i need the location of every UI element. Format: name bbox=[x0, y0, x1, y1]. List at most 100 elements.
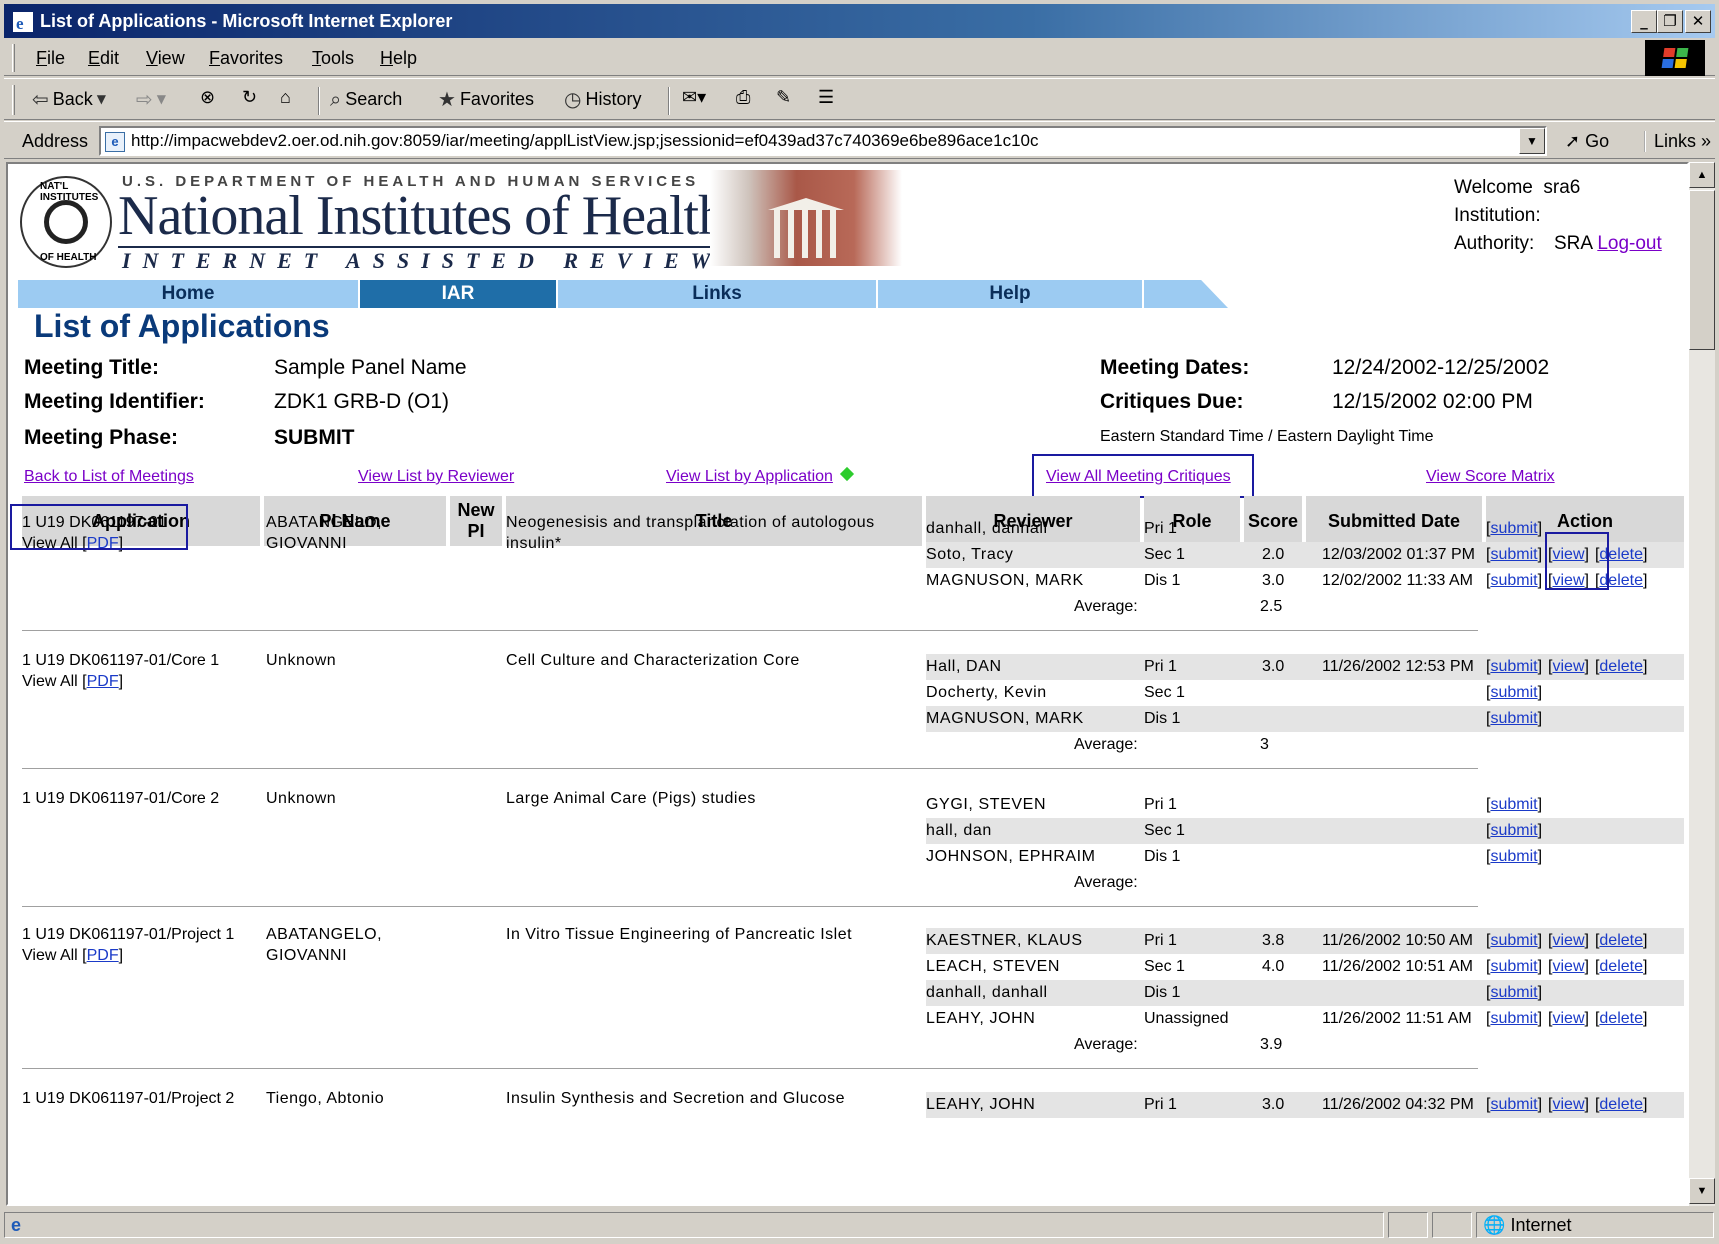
address-dropdown-button[interactable]: ▼ bbox=[1519, 128, 1545, 154]
restore-button[interactable]: ❐ bbox=[1657, 10, 1683, 33]
reviewer-name: Soto, Tracy bbox=[926, 546, 1014, 563]
reviewer-score: 4.0 bbox=[1262, 958, 1285, 975]
application-number: 1 U19 DK061197-01/Project 1 bbox=[22, 926, 235, 943]
meeting-phase-value: SUBMIT bbox=[274, 426, 355, 449]
links-button[interactable]: Links » bbox=[1644, 131, 1711, 152]
go-button[interactable]: ➚ Go bbox=[1565, 131, 1609, 152]
reviewer-score: 3.8 bbox=[1262, 932, 1285, 949]
submit-link[interactable]: submit bbox=[1490, 710, 1537, 727]
timezone-note: Eastern Standard Time / Eastern Daylight… bbox=[1100, 428, 1434, 445]
menu-tools[interactable]: Tools bbox=[312, 48, 354, 69]
vertical-scrollbar[interactable]: ▲ ▼ bbox=[1689, 162, 1715, 1206]
view-by-reviewer-link[interactable]: View List by Reviewer bbox=[358, 468, 514, 486]
mail-icon[interactable]: ✉▾ bbox=[682, 87, 706, 108]
nav-tab-iar[interactable]: IAR bbox=[360, 280, 556, 308]
reviewer-row: GYGI, STEVEN Pri 1 [submit] bbox=[926, 792, 1684, 818]
back-to-meetings-link[interactable]: Back to List of Meetings bbox=[24, 468, 194, 486]
average-score: 2.5 bbox=[1260, 598, 1283, 615]
row-actions: [submit] [view] [delete] bbox=[1486, 658, 1648, 675]
submit-link[interactable]: submit bbox=[1490, 1096, 1537, 1113]
delete-link[interactable]: delete bbox=[1599, 1010, 1643, 1027]
delete-link[interactable]: delete bbox=[1599, 658, 1643, 675]
scroll-thumb[interactable] bbox=[1689, 190, 1715, 350]
authority-label: Authority: bbox=[1454, 233, 1535, 254]
nav-tab-help[interactable]: Help bbox=[878, 280, 1142, 308]
delete-link[interactable]: delete bbox=[1599, 958, 1643, 975]
view-score-matrix-link[interactable]: View Score Matrix bbox=[1426, 468, 1555, 486]
edit-icon[interactable]: ✎ bbox=[776, 87, 791, 108]
submit-link[interactable]: submit bbox=[1490, 684, 1537, 701]
delete-link[interactable]: delete bbox=[1599, 932, 1643, 949]
reviewer-name: Docherty, Kevin bbox=[926, 684, 1047, 701]
submit-link[interactable]: submit bbox=[1490, 984, 1537, 1001]
view-link[interactable]: view bbox=[1552, 1096, 1584, 1113]
row-actions: [submit] [view] [delete] bbox=[1486, 1010, 1648, 1027]
menu-help[interactable]: Help bbox=[380, 48, 417, 69]
pdf-link[interactable]: PDF bbox=[87, 947, 119, 964]
submit-link[interactable]: submit bbox=[1490, 822, 1537, 839]
view-link[interactable]: view bbox=[1552, 658, 1584, 675]
reviewer-row: MAGNUSON, MARK Dis 1 [submit] bbox=[926, 706, 1684, 732]
reviewer-score: 3.0 bbox=[1262, 572, 1285, 589]
reviewer-name: Hall, DAN bbox=[926, 658, 1002, 675]
meeting-id-label: Meeting Identifier: bbox=[24, 390, 205, 413]
submitted-date: 12/02/2002 11:33 AM bbox=[1322, 572, 1473, 589]
reviewer-row: LEAHY, JOHN Unassigned 11/26/2002 11:51 AM… bbox=[926, 1006, 1684, 1032]
reviewer-row: LEACH, STEVEN Sec 1 4.0 11/26/2002 10:51 AM… bbox=[926, 954, 1684, 980]
dropdown-arrow-icon[interactable]: ▼ bbox=[157, 92, 166, 106]
view-link[interactable]: view bbox=[1552, 958, 1584, 975]
submit-link[interactable]: submit bbox=[1490, 546, 1537, 563]
view-by-application-link[interactable]: View List by Application bbox=[666, 468, 833, 485]
history-button[interactable]: ◷ History bbox=[564, 87, 641, 111]
dropdown-arrow-icon[interactable]: ▼ bbox=[97, 92, 106, 106]
submit-link[interactable]: submit bbox=[1490, 520, 1537, 537]
pi-name-line: Tiengo, Abtonio bbox=[266, 1090, 385, 1107]
scroll-up-icon[interactable]: ▲ bbox=[1689, 162, 1715, 188]
scroll-down-icon[interactable]: ▼ bbox=[1689, 1178, 1715, 1204]
menu-edit[interactable]: Edit bbox=[88, 48, 119, 69]
pdf-link[interactable]: PDF bbox=[87, 673, 119, 690]
nav-tab-links[interactable]: Links bbox=[558, 280, 876, 308]
reviewer-role: Pri 1 bbox=[1144, 520, 1177, 537]
favorites-button[interactable]: ★ Favorites bbox=[438, 87, 534, 111]
submit-link[interactable]: submit bbox=[1490, 958, 1537, 975]
menu-view[interactable]: View bbox=[146, 48, 185, 69]
submit-link[interactable]: submit bbox=[1490, 572, 1537, 589]
view-link[interactable]: view bbox=[1552, 1010, 1584, 1027]
window-title: List of Applications - Microsoft Interne… bbox=[40, 11, 453, 31]
favorites-icon: ★ bbox=[438, 87, 456, 111]
view-link[interactable]: view bbox=[1552, 932, 1584, 949]
address-input[interactable]: e http://impacwebdev2.oer.od.nih.gov:805… bbox=[99, 126, 1547, 156]
discuss-icon[interactable]: ☰ bbox=[818, 87, 834, 108]
minimize-button[interactable]: _ bbox=[1631, 10, 1657, 33]
submit-link[interactable]: submit bbox=[1490, 1010, 1537, 1027]
application-id: 1 U19 DK061197-01/Project 2 bbox=[22, 1088, 234, 1109]
view-by-application-item: View List by Application bbox=[666, 466, 854, 486]
delete-link[interactable]: delete bbox=[1599, 1096, 1643, 1113]
close-button[interactable]: ✕ bbox=[1685, 10, 1711, 33]
go-arrow-icon: ➚ bbox=[1565, 131, 1581, 151]
forward-button[interactable]: ⇨ ▼ bbox=[136, 87, 166, 111]
view-all-critiques-link[interactable]: View All Meeting Critiques bbox=[1046, 468, 1231, 486]
search-button[interactable]: ⌕ Search bbox=[330, 87, 402, 111]
submitted-date: 11/26/2002 11:51 AM bbox=[1322, 1010, 1472, 1027]
submit-link[interactable]: submit bbox=[1490, 932, 1537, 949]
view-all-pdf: View All [PDF] bbox=[22, 947, 124, 964]
submit-link[interactable]: submit bbox=[1490, 848, 1537, 865]
logout-link[interactable]: Log-out bbox=[1597, 233, 1661, 254]
average-score: 3 bbox=[1260, 736, 1269, 753]
stop-icon[interactable]: ⊗ bbox=[200, 87, 215, 108]
print-icon[interactable]: ⎙ bbox=[736, 87, 750, 108]
pi-name-line: Unknown bbox=[266, 652, 337, 669]
submit-link[interactable]: submit bbox=[1490, 796, 1537, 813]
menu-favorites[interactable]: Favorites bbox=[209, 48, 283, 69]
reviewer-row: LEAHY, JOHN Pri 1 3.0 11/26/2002 04:32 PM [s… bbox=[926, 1092, 1684, 1118]
home-icon[interactable]: ⌂ bbox=[280, 87, 291, 108]
reviewer-role: Sec 1 bbox=[1144, 546, 1185, 563]
back-button[interactable]: ⇦ Back ▼ bbox=[32, 87, 106, 111]
submit-link[interactable]: submit bbox=[1490, 658, 1537, 675]
menu-file[interactable]: File bbox=[36, 48, 65, 69]
nav-tab-home[interactable]: Home bbox=[18, 280, 358, 308]
zone-label: Internet bbox=[1510, 1215, 1572, 1235]
refresh-icon[interactable]: ↻ bbox=[242, 87, 257, 108]
